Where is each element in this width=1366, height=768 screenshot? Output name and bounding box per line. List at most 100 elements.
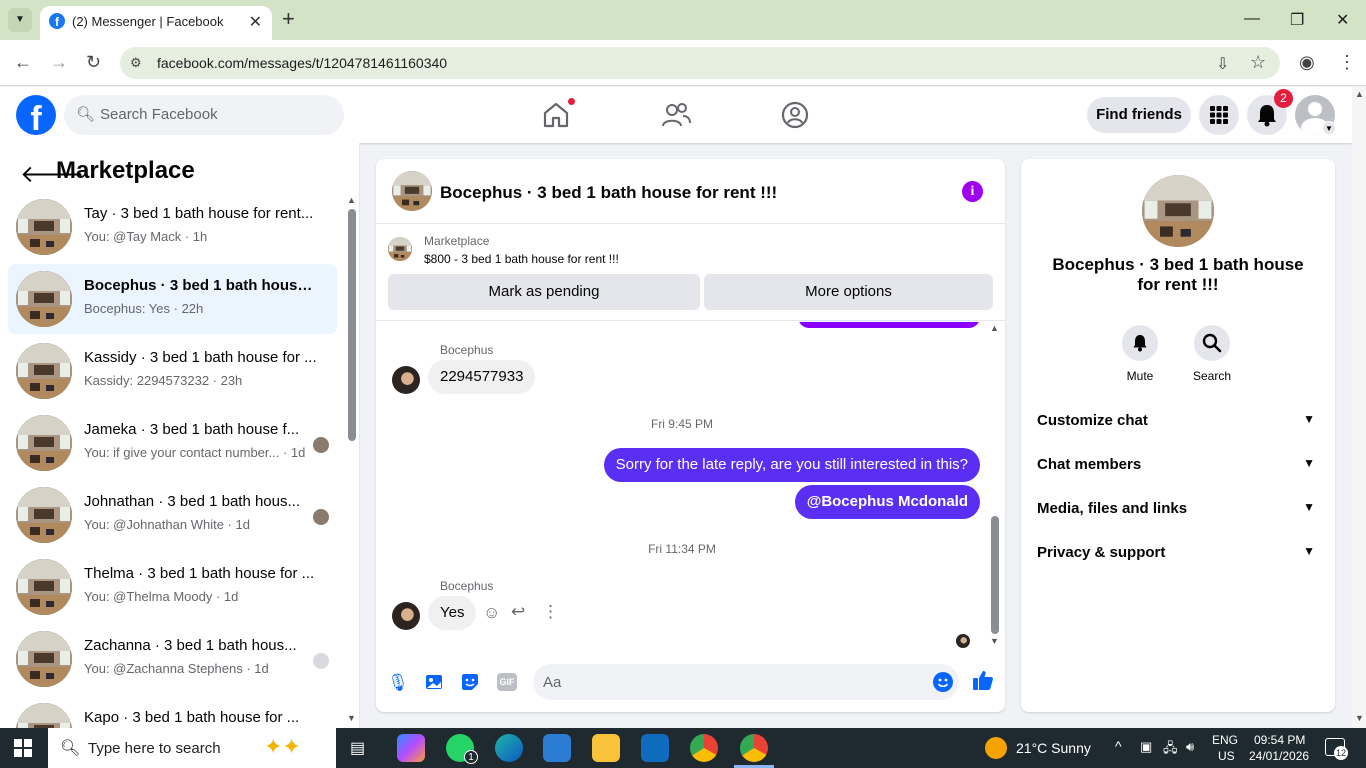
microphone-icon[interactable]: 🎙︎ <box>387 672 409 694</box>
maximize-icon[interactable]: ❐ <box>1290 10 1304 30</box>
file-explorer-icon[interactable] <box>592 734 620 762</box>
url-text[interactable]: facebook.com/messages/t/1204781461160340 <box>157 55 447 71</box>
friends-nav-button[interactable] <box>660 99 692 131</box>
forward-icon[interactable]: → <box>50 52 68 73</box>
whatsapp-app-icon[interactable]: 1 <box>446 734 478 764</box>
browser-tab-messenger[interactable]: f (2) Messenger | Facebook ✕ <box>40 6 272 40</box>
tray-chevron-up-icon[interactable]: ^ <box>1115 738 1122 754</box>
outgoing-message-bubble[interactable]: Sorry for the late reply, are you still … <box>603 448 980 482</box>
conversation-item[interactable]: Kassidy · 3 bed 1 bath house for ... Kas… <box>8 336 337 406</box>
sender-avatar[interactable] <box>392 366 420 394</box>
find-friends-button[interactable]: Find friends <box>1087 97 1191 133</box>
home-nav-button[interactable] <box>540 97 576 131</box>
site-info-icon[interactable]: ⚙ <box>130 55 142 71</box>
react-emoji-icon[interactable]: ☺ <box>483 603 500 623</box>
bell-icon <box>1133 335 1147 352</box>
store-app-icon[interactable] <box>543 734 571 762</box>
more-actions-icon[interactable]: ⋮ <box>542 602 559 622</box>
clock-time[interactable]: 09:54 PM <box>1254 733 1305 747</box>
info-icon[interactable]: i <box>962 181 983 202</box>
scroll-down-icon[interactable]: ▼ <box>990 636 999 646</box>
scroll-up-icon[interactable]: ▲ <box>1355 89 1364 99</box>
facebook-logo-icon[interactable]: f <box>16 95 56 135</box>
sidebar-scrollbar[interactable]: ▲ ▼ <box>346 195 356 725</box>
chat-scroll-thumb[interactable] <box>991 516 999 634</box>
chat-scrollbar[interactable]: ▲ ▼ <box>990 322 1000 652</box>
gif-icon[interactable]: GIF <box>497 673 517 691</box>
details-listing-thumbnail[interactable] <box>1142 175 1214 247</box>
search-icon: 🔍︎ <box>60 740 81 757</box>
outlook-app-icon[interactable] <box>641 734 669 762</box>
more-options-button[interactable]: More options <box>704 274 993 310</box>
language-code[interactable]: ENG <box>1212 733 1238 747</box>
like-thumbs-up-icon[interactable] <box>972 669 994 697</box>
search-in-conversation-button[interactable]: Search <box>1182 325 1242 383</box>
conversation-item[interactable]: Kapo · 3 bed 1 bath house for ... <box>8 696 337 728</box>
reply-icon[interactable]: ↩ <box>511 602 525 622</box>
back-icon[interactable]: ← <box>14 52 32 73</box>
message-input[interactable] <box>533 664 959 700</box>
install-app-icon[interactable]: ⇩ <box>1216 54 1229 74</box>
emoji-icon[interactable] <box>933 672 953 692</box>
conversation-preview: Bocephus: Yes · 22h <box>84 301 204 316</box>
scroll-up-icon[interactable]: ▲ <box>347 195 356 205</box>
sender-avatar[interactable] <box>392 602 420 630</box>
conversation-item[interactable]: Jameka · 3 bed 1 bath house f... You: if… <box>8 408 337 478</box>
chat-listing-thumbnail[interactable] <box>392 171 432 211</box>
tab-search-dropdown-icon[interactable]: ▼ <box>8 8 32 32</box>
bookmark-star-icon[interactable]: ☆ <box>1250 52 1266 73</box>
conversation-item[interactable]: Thelma · 3 bed 1 bath house for ... You:… <box>8 552 337 622</box>
network-icon[interactable]: 🖧︎ <box>1163 739 1178 761</box>
privacy-support-row[interactable]: Privacy & support ▼ <box>1037 531 1319 575</box>
chrome-active-app-icon[interactable] <box>740 734 768 762</box>
attach-photo-icon[interactable] <box>423 672 445 694</box>
mark-as-pending-button[interactable]: Mark as pending <box>388 274 700 310</box>
mute-button[interactable]: Mute <box>1110 325 1170 383</box>
notifications-button[interactable]: 2 <box>1247 89 1293 135</box>
url-omnibox[interactable]: ⚙ facebook.com/messages/t/12047814611603… <box>120 47 1280 79</box>
conversation-item[interactable]: Johnathan · 3 bed 1 bath hous... You: @J… <box>8 480 337 550</box>
reload-icon[interactable]: ↻ <box>86 52 101 73</box>
close-window-icon[interactable]: ✕ <box>1336 10 1349 30</box>
sidebar-scroll-thumb[interactable] <box>348 209 356 441</box>
copilot-app-icon[interactable] <box>397 734 425 762</box>
incoming-message-bubble[interactable]: 2294577933 <box>428 360 536 394</box>
browser-menu-icon[interactable]: ⋮ <box>1338 52 1356 73</box>
outgoing-mention-bubble[interactable]: @Bocephus Mcdonald <box>794 485 980 519</box>
menu-grid-button[interactable] <box>1199 95 1239 135</box>
scroll-down-icon[interactable]: ▼ <box>1355 713 1364 723</box>
listing-price-title[interactable]: $800 - 3 bed 1 bath house for rent !!! <box>424 252 619 266</box>
clock-date[interactable]: 24/01/2026 <box>1249 749 1309 763</box>
sticker-icon[interactable] <box>459 672 481 694</box>
conversation-item-active[interactable]: Bocephus · 3 bed 1 bath house f... Bocep… <box>8 264 337 334</box>
chat-members-row[interactable]: Chat members ▼ <box>1037 443 1319 487</box>
minimize-icon[interactable]: — <box>1244 10 1260 28</box>
scroll-up-icon[interactable]: ▲ <box>990 323 999 333</box>
customize-chat-row[interactable]: Customize chat ▼ <box>1037 399 1319 443</box>
weather-text[interactable]: 21°C Sunny <box>1016 740 1091 756</box>
task-view-icon[interactable]: ▤ <box>350 738 365 758</box>
volume-icon[interactable]: 🔊︎ <box>1186 739 1194 755</box>
weather-sun-icon[interactable] <box>985 737 1007 759</box>
tray-device-icon[interactable]: ▣ <box>1140 739 1152 755</box>
conversation-item[interactable]: Zachanna · 3 bed 1 bath hous... You: @Za… <box>8 624 337 694</box>
page-scrollbar[interactable]: ▲ ▼ <box>1352 87 1366 728</box>
scroll-down-icon[interactable]: ▼ <box>347 713 356 723</box>
keyboard-region[interactable]: US <box>1218 749 1235 763</box>
facebook-search[interactable]: 🔍︎ Search Facebook <box>64 95 344 135</box>
chrome-profile-r-icon[interactable] <box>690 734 718 762</box>
incoming-message-bubble[interactable]: Yes <box>428 596 477 630</box>
profile-icon[interactable]: ◉ <box>1299 52 1315 73</box>
listing-mini-thumbnail[interactable] <box>388 237 412 261</box>
conversation-item[interactable]: Tay · 3 bed 1 bath house for rent... You… <box>8 192 337 262</box>
media-files-links-row[interactable]: Media, files and links ▼ <box>1037 487 1319 531</box>
windows-start-icon[interactable] <box>14 739 32 757</box>
edge-app-icon[interactable] <box>495 734 523 762</box>
new-tab-icon[interactable]: + <box>282 7 295 31</box>
account-chevron-down-icon[interactable]: ▼ <box>1322 121 1336 135</box>
taskbar-search[interactable]: 🔍︎ Type here to search ✦✦ <box>48 728 336 768</box>
chat-title[interactable]: Bocephus · 3 bed 1 bath house for rent !… <box>440 183 777 203</box>
close-tab-icon[interactable]: ✕ <box>249 12 262 32</box>
notification-center-icon[interactable]: 12 <box>1325 738 1348 760</box>
groups-nav-button[interactable] <box>779 99 811 131</box>
